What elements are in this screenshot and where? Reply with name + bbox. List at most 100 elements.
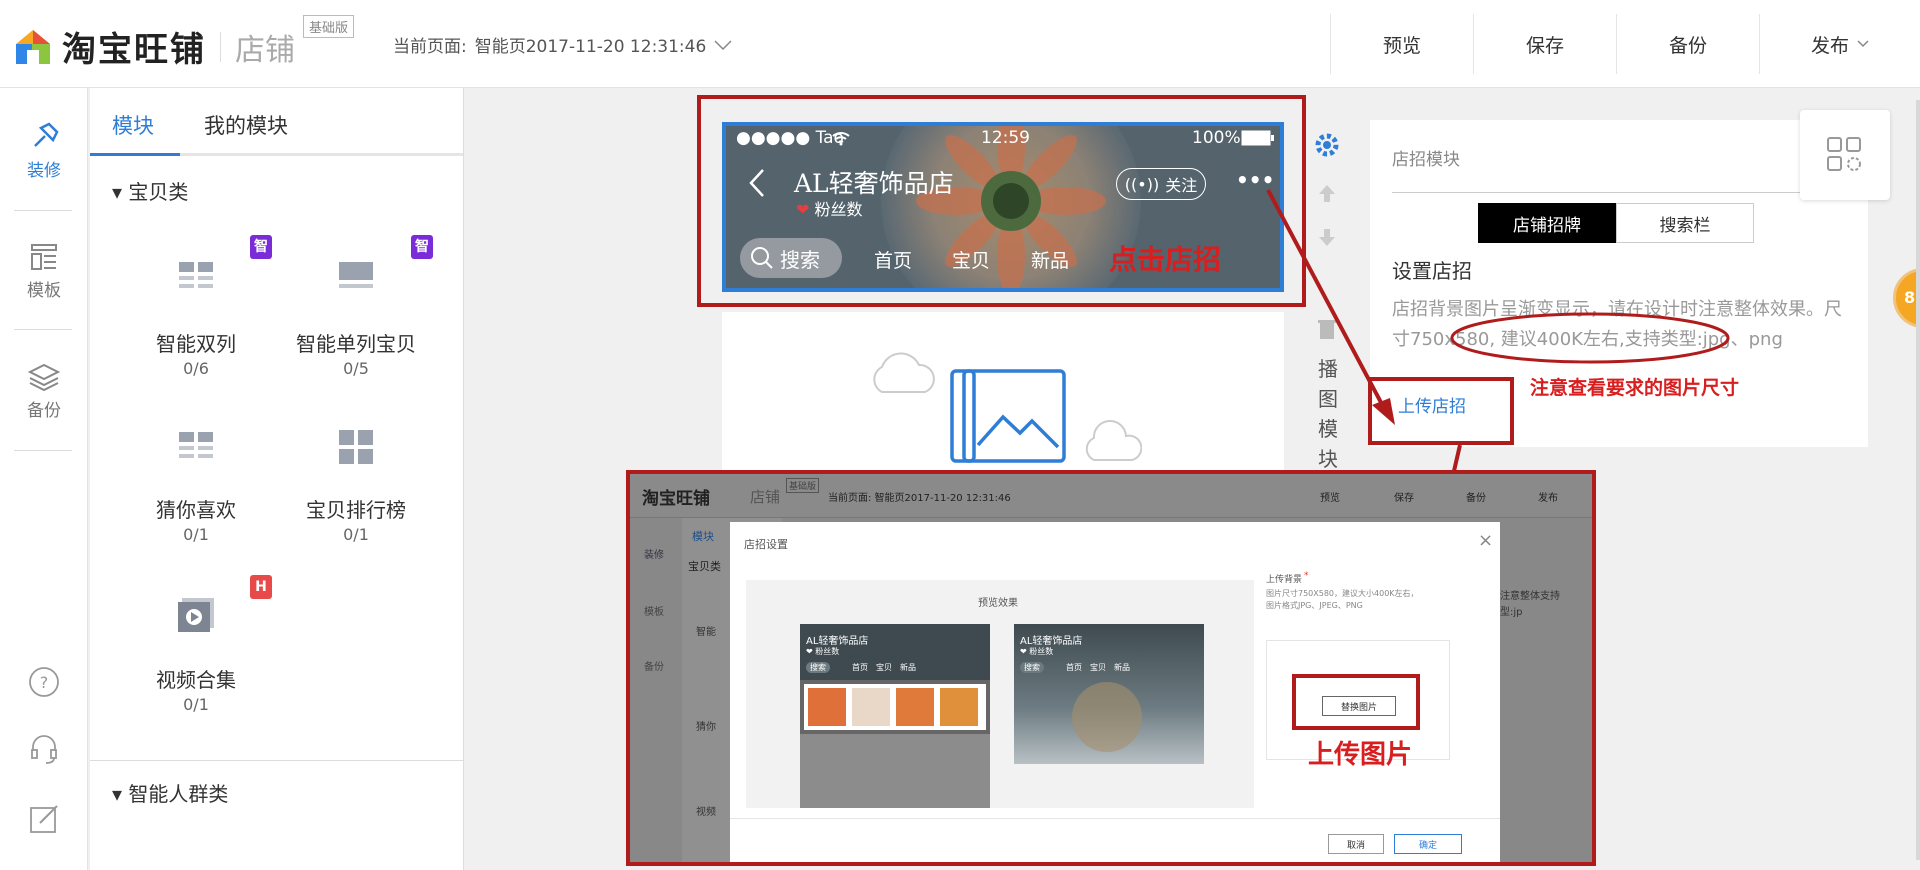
nav-home[interactable]: 首页 xyxy=(874,246,912,273)
inset-nav-label: 备份 xyxy=(644,662,664,673)
current-page-value: 智能页2017-11-20 12:31:46 xyxy=(474,37,707,57)
inset-current-page: 当前页面: 智能页2017-11-20 12:31:46 xyxy=(828,493,1011,504)
inset-module: 猜你 xyxy=(696,722,716,733)
mini-preview-left: AL轻奢饰品店 ❤ 粉丝数 搜索 首页 宝贝 新品 xyxy=(800,624,990,808)
divider xyxy=(14,210,72,211)
divider xyxy=(1392,192,1802,193)
cancel-button[interactable]: 取消 xyxy=(1328,834,1384,854)
preview-button[interactable]: 预览 xyxy=(1330,14,1473,74)
divider xyxy=(90,760,464,761)
backup-button[interactable]: 备份 xyxy=(1616,14,1759,74)
current-page-selector[interactable]: 当前页面: 智能页2017-11-20 12:31:46 xyxy=(393,32,732,57)
module-name: 视频合集 xyxy=(156,668,236,692)
top-bar: 淘宝旺铺 店铺 基础版 当前页面: 智能页2017-11-20 12:31:46… xyxy=(0,0,1920,88)
left-nav: 装修 模板 备份 ? xyxy=(0,88,88,870)
module-ranking[interactable]: 宝贝排行榜 0/1 xyxy=(276,428,436,544)
save-button[interactable]: 保存 xyxy=(1473,14,1616,74)
gear-icon[interactable] xyxy=(1314,132,1340,158)
edit-icon[interactable] xyxy=(28,803,60,835)
nav-item-decorate[interactable]: 装修 xyxy=(0,122,88,181)
mini-fans: ❤ 粉丝数 xyxy=(1020,647,1054,656)
fans-count: ❤ 粉丝数 xyxy=(796,196,863,220)
broadcast-icon: ((•)) xyxy=(1124,174,1160,194)
move-down-icon[interactable] xyxy=(1316,227,1338,249)
vertical-char: 播 xyxy=(1318,357,1338,381)
vertical-char: 模 xyxy=(1318,417,1338,441)
svg-text:?: ? xyxy=(40,673,49,692)
upload-bg-label: 上传背景 xyxy=(1266,575,1303,585)
mini-nav: 新品 xyxy=(1114,663,1130,672)
image-module-placeholder[interactable] xyxy=(722,312,1284,472)
annotation-click-shop-sign: 点击店招 xyxy=(1109,243,1222,276)
category-header[interactable]: ▾ 智能人群类 xyxy=(112,778,228,807)
mini-preview-right: AL轻奢饰品店 ❤ 粉丝数 搜索 首页 宝贝 新品 xyxy=(1014,624,1204,764)
module-panel: 模块 我的模块 ▾ 宝贝类 智能双列 0/6 智 智能单列宝贝 0/5 智 猜你… xyxy=(90,88,464,870)
layers-icon xyxy=(28,363,60,392)
smart-badge: 智 xyxy=(250,235,272,259)
template-icon xyxy=(31,244,57,270)
tab-my-modules[interactable]: 我的模块 xyxy=(204,110,288,140)
help-icon[interactable]: ? xyxy=(28,666,60,698)
annotation-upload-image: 上传图片 xyxy=(1308,740,1413,770)
module-guess-you-like[interactable]: 猜你喜欢 0/1 xyxy=(116,428,276,544)
mini-nav: 宝贝 xyxy=(1090,663,1106,672)
product-thumb xyxy=(852,688,890,726)
module-video-collection[interactable]: 视频合集 0/1 xyxy=(116,596,276,714)
category-header[interactable]: ▾ 宝贝类 xyxy=(112,176,188,205)
inset-publish: 发布 xyxy=(1538,493,1558,504)
category-label: 宝贝类 xyxy=(128,180,189,204)
heart-icon: ❤ xyxy=(796,200,810,219)
search-label: 搜索 xyxy=(780,247,820,272)
headset-icon[interactable] xyxy=(28,733,60,765)
product-thumb xyxy=(896,688,934,726)
move-up-icon[interactable] xyxy=(1316,182,1338,204)
more-button[interactable]: ••• xyxy=(1236,168,1274,192)
preview-label: 预览效果 xyxy=(978,598,1018,609)
nav-item-backup[interactable]: 备份 xyxy=(0,362,88,421)
mini-search: 搜索 xyxy=(1020,662,1044,673)
nav-new[interactable]: 新品 xyxy=(1031,246,1069,273)
wifi-icon xyxy=(832,132,850,146)
module-smart-single[interactable]: 智能单列宝贝 0/5 xyxy=(276,258,436,378)
preview-area: 预览效果 AL轻奢饰品店 ❤ 粉丝数 搜索 首页 宝贝 新品 AL轻奢饰品店 ❤… xyxy=(746,580,1254,808)
confirm-button[interactable]: 确定 xyxy=(1394,834,1462,854)
mini-fans-label: 粉丝数 xyxy=(1029,647,1054,656)
mini-search: 搜索 xyxy=(806,662,830,673)
delete-icon[interactable] xyxy=(1316,317,1338,341)
search-box[interactable]: 搜索 xyxy=(740,238,842,278)
search-icon xyxy=(751,247,773,269)
divider xyxy=(14,450,72,451)
inset-preview: 预览 xyxy=(1320,493,1340,504)
inset-nav-label: 装修 xyxy=(644,550,664,561)
close-icon[interactable]: × xyxy=(1478,530,1493,551)
required-asterisk: * xyxy=(1304,571,1309,581)
tab-shop-sign[interactable]: 店铺招牌 xyxy=(1478,203,1616,243)
publish-button[interactable]: 发布 xyxy=(1759,14,1920,74)
back-arrow-icon[interactable] xyxy=(748,168,766,198)
divider xyxy=(220,31,221,62)
inset-bg-text: 时注意整体支持类型:jp xyxy=(1490,591,1560,618)
brand[interactable]: 淘宝旺铺 店铺 xyxy=(14,22,295,71)
panel-tabs: 模块 我的模块 xyxy=(90,88,463,156)
module-settings-button[interactable] xyxy=(1800,110,1890,200)
mini-header: AL轻奢饰品店 ❤ 粉丝数 搜索 首页 宝贝 新品 xyxy=(800,624,990,680)
nav-item-template[interactable]: 模板 xyxy=(0,242,88,301)
cloud-icon xyxy=(1085,420,1142,461)
module-count: 0/1 xyxy=(183,695,209,714)
annotation-ellipse xyxy=(1450,312,1730,364)
nav-items[interactable]: 宝贝 xyxy=(952,246,990,273)
fans-label: 粉丝数 xyxy=(814,200,863,219)
module-count: 0/5 xyxy=(343,359,369,378)
scrollbar[interactable] xyxy=(1916,100,1920,860)
battery-icon xyxy=(1241,130,1274,146)
taobao-wangpu-logo-icon xyxy=(14,28,52,66)
nav-item-label: 备份 xyxy=(27,401,61,421)
dialog-title: 店招设置 xyxy=(744,538,788,551)
module-name: 宝贝排行榜 xyxy=(306,498,406,522)
inset-nav-label: 模板 xyxy=(644,607,664,618)
shop-sign-preview[interactable]: ●●●●● Tao 12:59 100% AL轻奢饰品店 ❤ 粉丝数 ((•))… xyxy=(722,122,1284,292)
tab-search-bar[interactable]: 搜索栏 xyxy=(1616,203,1754,243)
follow-button[interactable]: ((•)) 关注 xyxy=(1116,168,1206,200)
tab-modules[interactable]: 模块 xyxy=(112,110,154,140)
module-smart-double[interactable]: 智能双列 0/6 xyxy=(116,258,276,378)
